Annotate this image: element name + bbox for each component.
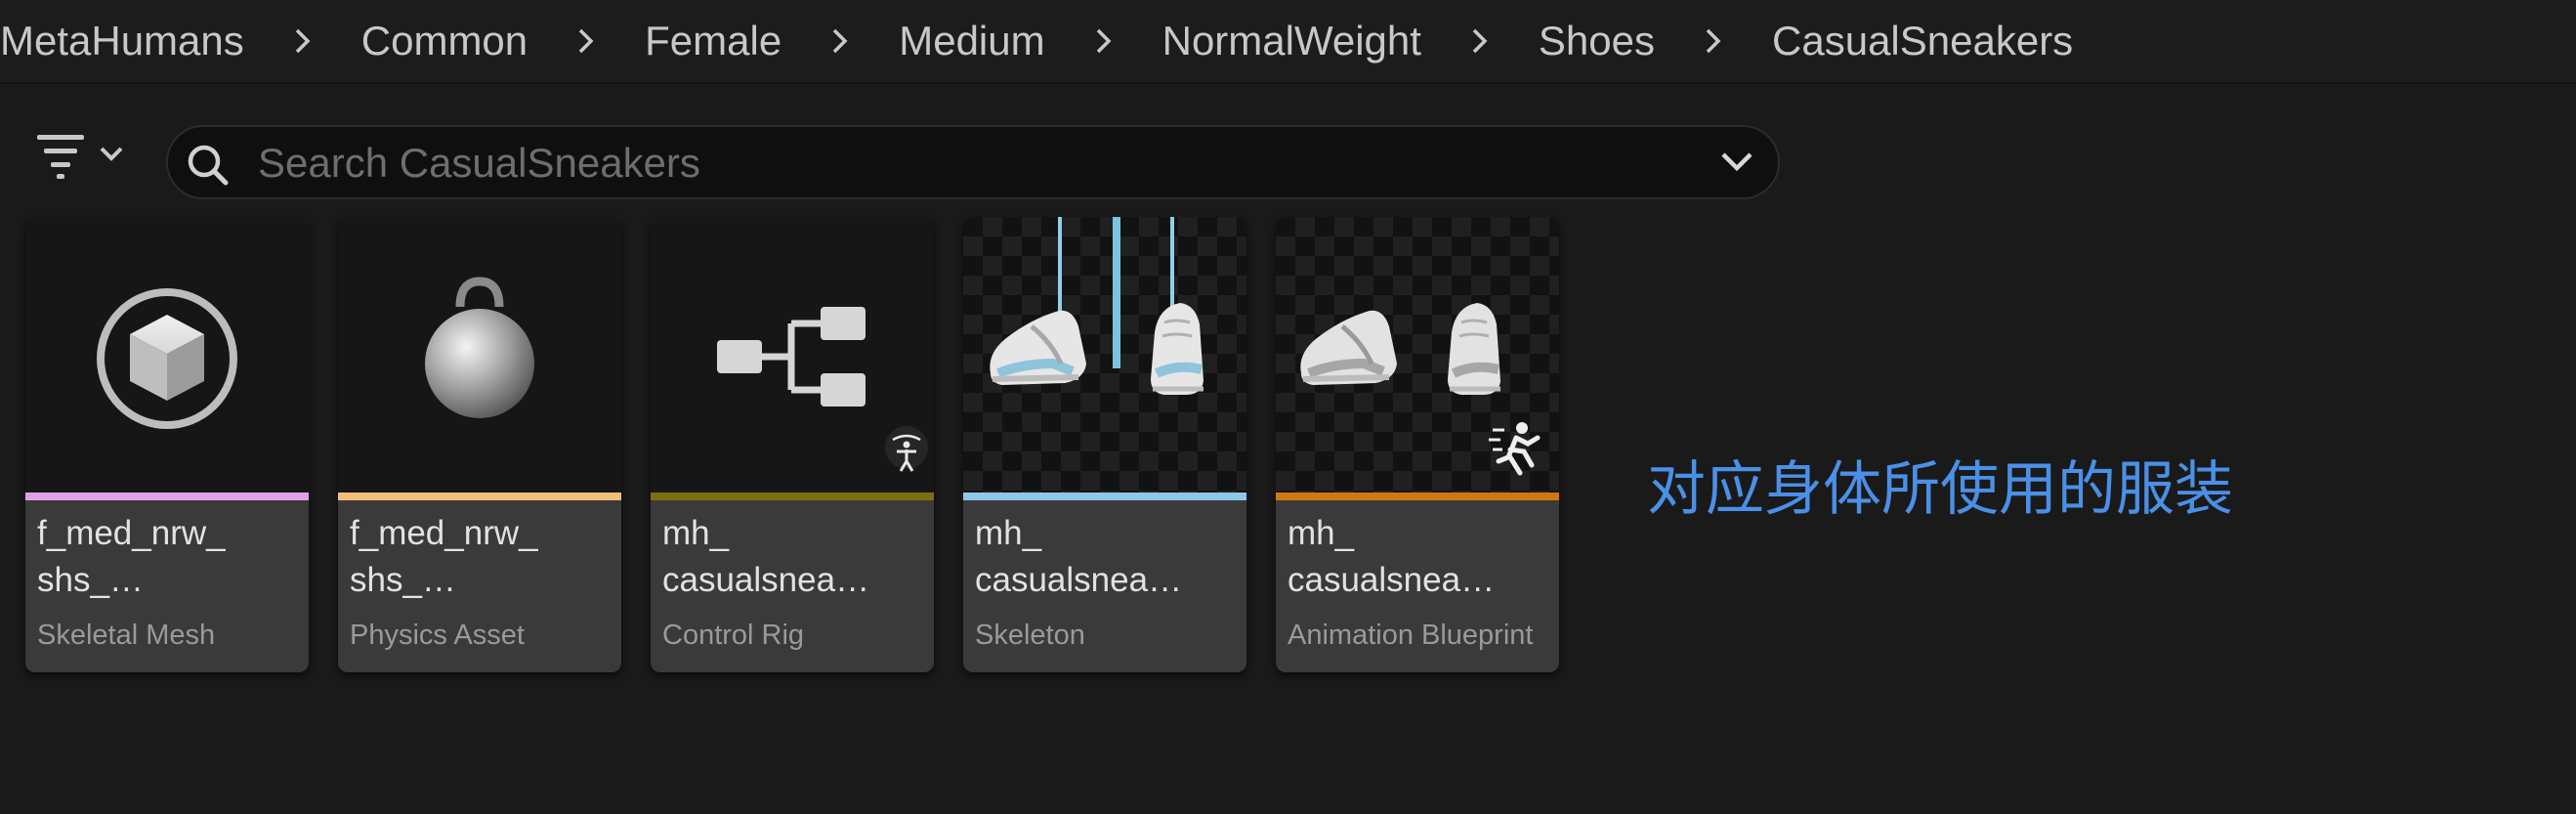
sneaker-right-icon <box>1448 303 1500 395</box>
rig-figure-icon <box>885 426 928 472</box>
asset-tile[interactable]: mh_ casualsnea… Skeleton <box>963 217 1246 672</box>
asset-tile[interactable]: f_med_nrw_ shs_… Physics Asset <box>338 217 621 672</box>
physics-asset-ball-icon <box>425 277 534 418</box>
asset-tile[interactable]: f_med_nrw_ shs_… Skeletal Mesh <box>25 217 309 672</box>
chevron-right-icon <box>528 26 645 56</box>
asset-tile[interactable]: mh_ casualsnea… Control Rig <box>651 217 934 672</box>
breadcrumb-item-normalweight[interactable]: NormalWeight <box>1162 18 1421 64</box>
asset-name: f_med_nrw_ shs_… <box>37 514 226 599</box>
chevron-right-icon <box>1421 26 1539 56</box>
breadcrumb-item-female[interactable]: Female <box>645 18 781 64</box>
search-box <box>166 125 1780 199</box>
sneakers-thumbnail <box>1300 303 1541 476</box>
asset-thumbnail <box>651 217 934 493</box>
control-rig-hierarchy-icon <box>717 307 928 472</box>
asset-type-label: Skeleton <box>975 620 1085 651</box>
asset-type-label: Skeletal Mesh <box>37 620 216 651</box>
asset-name: mh_ casualsnea… <box>662 514 870 599</box>
asset-thumbnail <box>338 217 621 493</box>
asset-type-color-bar <box>1276 493 1559 500</box>
asset-tile[interactable]: mh_ casualsnea… Animation Blueprint <box>1276 217 1559 672</box>
asset-thumbnail <box>25 217 309 493</box>
annotation-text: 对应身体所使用的服装 <box>1647 456 2233 522</box>
asset-type-color-bar <box>25 493 309 500</box>
asset-type-label: Animation Blueprint <box>1288 620 1534 651</box>
asset-type-label: Control Rig <box>662 620 805 651</box>
breadcrumb-item-common[interactable]: Common <box>361 18 528 64</box>
asset-thumbnail <box>1276 217 1559 493</box>
chevron-right-icon <box>1045 26 1162 56</box>
sneaker-left-icon <box>1300 310 1397 385</box>
breadcrumb: MetaHumans Common Female Medium NormalWe… <box>0 0 2576 84</box>
animation-runner-icon <box>1489 422 1541 476</box>
chevron-down-icon[interactable] <box>1715 143 1758 182</box>
asset-name: f_med_nrw_ shs_… <box>350 514 538 599</box>
asset-name: mh_ casualsnea… <box>1288 514 1496 599</box>
sneaker-right-icon <box>1151 303 1204 395</box>
search-icon <box>188 145 229 186</box>
breadcrumb-item-metahumans[interactable]: MetaHumans <box>0 18 244 64</box>
search-input[interactable] <box>256 127 1627 199</box>
asset-thumbnail <box>963 217 1246 493</box>
chevron-right-icon <box>1655 26 1772 56</box>
filter-button[interactable] <box>33 129 141 188</box>
breadcrumb-item-shoes[interactable]: Shoes <box>1539 18 1655 64</box>
breadcrumb-item-medium[interactable]: Medium <box>899 18 1044 64</box>
filter-icon <box>37 135 123 179</box>
content-browser-toolbar <box>0 86 2576 203</box>
asset-type-color-bar <box>338 493 621 500</box>
sneakers-thumbnail <box>990 217 1204 395</box>
asset-type-color-bar <box>963 493 1246 500</box>
breadcrumb-item-casualsneakers[interactable]: CasualSneakers <box>1772 18 2073 64</box>
asset-type-color-bar <box>651 493 934 500</box>
sneaker-left-icon <box>990 310 1086 385</box>
asset-type-label: Physics Asset <box>350 620 525 651</box>
chevron-right-icon <box>244 26 361 56</box>
asset-name: mh_ casualsnea… <box>975 514 1183 599</box>
chevron-right-icon <box>781 26 899 56</box>
static-mesh-cube-icon <box>97 288 237 429</box>
